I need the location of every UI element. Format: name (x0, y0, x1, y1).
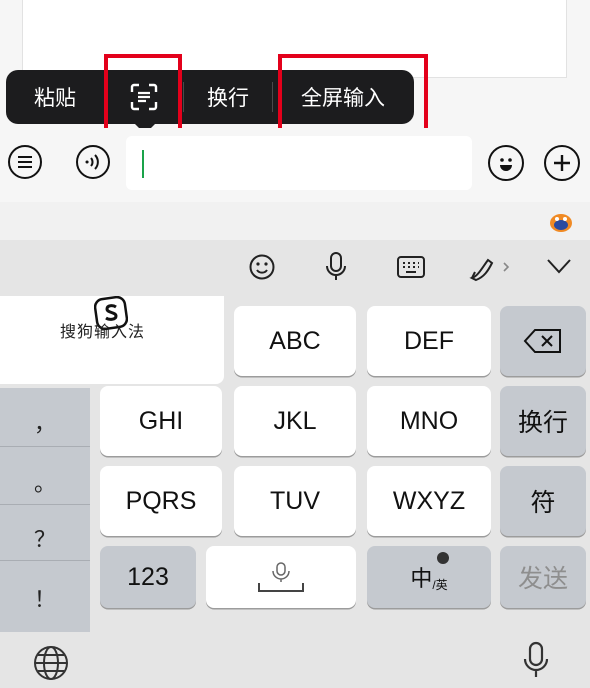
punctuation-column: ， 。 ？ ！ (0, 388, 90, 632)
highlight-box-fullscreen (278, 54, 428, 134)
space-key[interactable] (206, 546, 356, 608)
handwriting-icon[interactable] (468, 252, 514, 286)
text-cursor (142, 150, 144, 178)
lang-sub-label: /英 (432, 577, 448, 592)
key-ghi[interactable]: GHI (100, 386, 222, 456)
key-tuv[interactable]: TUV (234, 466, 356, 536)
microphone-icon[interactable] (324, 251, 348, 287)
punct-comma[interactable]: ， (0, 406, 90, 438)
lang-main-label: 中 (410, 566, 433, 591)
key-abc[interactable]: ABC (234, 306, 356, 376)
number-key[interactable]: 123 (100, 546, 196, 608)
punct-divider (0, 504, 90, 505)
paste-label: 粘贴 (34, 86, 76, 110)
brand-label: 搜狗输入法 (60, 322, 146, 341)
backspace-icon (523, 329, 561, 353)
newline-menu-item[interactable]: 换行 (184, 70, 272, 124)
plus-icon[interactable] (544, 145, 580, 181)
skin-icon[interactable] (548, 210, 574, 234)
language-switch-key[interactable]: 中 /英 (367, 546, 491, 608)
list-icon[interactable] (8, 145, 42, 179)
collapse-keyboard-icon[interactable] (546, 258, 572, 280)
punct-period[interactable]: 。 (0, 466, 90, 498)
space-voice-icon (258, 562, 304, 592)
voice-icon[interactable] (76, 145, 110, 179)
lang-badge-icon (437, 552, 449, 564)
backspace-key[interactable] (500, 306, 586, 376)
globe-icon[interactable] (32, 644, 70, 686)
paste-menu-item[interactable]: 粘贴 (6, 70, 104, 124)
punct-question[interactable]: ？ (0, 522, 90, 554)
newline-label: 换行 (207, 86, 249, 110)
key-mno[interactable]: MNO (367, 386, 491, 456)
dictation-mic-icon[interactable] (522, 640, 550, 684)
keyboard-bottom-bar (0, 632, 590, 688)
punct-exclaim[interactable]: ！ (0, 582, 90, 614)
key-wxyz[interactable]: WXYZ (367, 466, 491, 536)
message-input[interactable] (126, 136, 472, 190)
emoji-icon[interactable] (488, 145, 524, 181)
punct-divider (0, 446, 90, 447)
keyboard-candidate-strip (0, 202, 590, 240)
newline-key[interactable]: 换行 (500, 386, 586, 456)
symbol-key[interactable]: 符 (500, 466, 586, 536)
brand-area: 搜狗输入法 (0, 295, 224, 384)
key-def[interactable]: DEF (367, 306, 491, 376)
send-key[interactable]: 发送 (500, 546, 586, 608)
emoji-icon[interactable] (248, 253, 276, 285)
key-jkl[interactable]: JKL (234, 386, 356, 456)
punct-divider (0, 560, 90, 561)
keyboard-icon[interactable] (396, 255, 426, 283)
key-pqrs[interactable]: PQRS (100, 466, 222, 536)
